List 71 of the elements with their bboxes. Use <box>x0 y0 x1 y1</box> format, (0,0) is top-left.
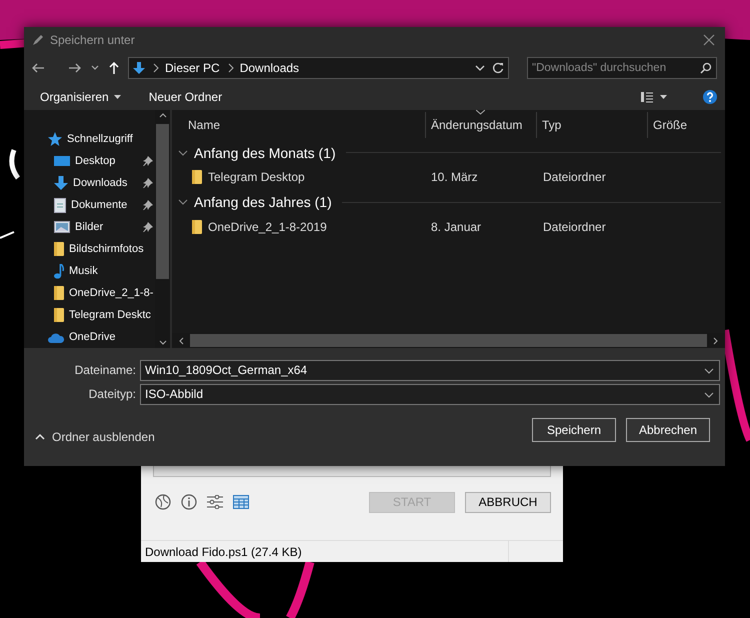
column-header[interactable]: Änderungsdatum <box>431 118 522 132</box>
field-label: Dateityp: <box>88 387 137 402</box>
sidebar-item[interactable]: Desktop <box>24 150 155 172</box>
search-icon <box>700 62 712 74</box>
wallpaper-line <box>0 231 14 239</box>
chevron-right-icon <box>226 62 234 74</box>
star-icon <box>48 132 62 146</box>
date-cell: 10. März <box>431 170 478 184</box>
sidebar-item[interactable]: Downloads <box>24 172 155 194</box>
cloud-icon <box>48 332 64 343</box>
document-icon <box>54 198 66 213</box>
scrollbar-thumb[interactable] <box>190 334 707 348</box>
file-name[interactable]: Telegram Desktop <box>208 170 305 184</box>
dialog-button[interactable]: Abbrechen <box>626 418 710 442</box>
status-text: Download Fido.ps1 (27.4 KB) <box>145 544 303 558</box>
sidebar-item[interactable]: OneDrive_2_1-8- <box>24 282 155 304</box>
details-view-icon <box>641 90 654 103</box>
sidebar-item[interactable]: Telegram Desktc <box>24 304 155 326</box>
picture-icon <box>54 221 70 234</box>
forward-arrow-icon <box>69 62 82 74</box>
caret-down-icon <box>660 94 667 99</box>
type-cell: Dateiordner <box>543 220 606 234</box>
action-button[interactable]: ABBRUCH <box>465 492 551 512</box>
column-header[interactable]: Typ <box>542 118 562 132</box>
sidebar-item[interactable]: Bildschirmfotos <box>24 238 155 260</box>
dropdown-field[interactable]: ISO-Abbild <box>140 384 720 405</box>
sidebar-item[interactable]: OneDrive <box>24 326 155 348</box>
pencil-icon <box>32 34 44 46</box>
caret-down-icon <box>114 94 121 99</box>
file-name[interactable]: OneDrive_2_1-8-2019 <box>208 220 327 234</box>
dialog-button[interactable]: Speichern <box>532 418 616 442</box>
help-icon <box>703 90 717 104</box>
close-icon <box>703 34 715 46</box>
table-icon <box>233 495 249 509</box>
wallpaper-curve <box>9 149 20 180</box>
download-icon <box>133 62 145 74</box>
group-header[interactable]: Anfang des Jahres (1) <box>194 194 332 210</box>
window-title: Speichern unter <box>50 32 136 47</box>
folder-icon <box>192 170 202 184</box>
sliders-icon <box>207 495 223 509</box>
up-arrow-icon <box>108 62 120 74</box>
scrollbar-thumb[interactable] <box>156 124 169 280</box>
download-icon <box>54 176 68 190</box>
sidebar-item[interactable]: Schnellzugriff <box>24 128 155 150</box>
folder-icon <box>54 308 64 322</box>
sidebar-item[interactable]: Musik <box>24 260 155 282</box>
toolbar-button[interactable]: Organisieren <box>40 90 129 104</box>
monitor-icon <box>54 155 70 168</box>
folder-icon <box>192 220 202 234</box>
breadcrumb-item[interactable]: Downloads <box>240 61 468 76</box>
column-header[interactable]: Größe <box>653 118 688 132</box>
sidebar-item[interactable]: Bilder <box>24 216 155 238</box>
folder-icon <box>54 242 64 256</box>
group-header[interactable]: Anfang des Monats (1) <box>194 144 336 161</box>
toolbar-button[interactable]: Neuer Ordner <box>148 90 230 104</box>
refresh-icon <box>492 62 504 74</box>
breadcrumb-item[interactable]: Dieser PC <box>165 61 220 76</box>
hide-folders-toggle[interactable]: Ordner ausblenden <box>34 430 155 444</box>
search-field[interactable]: "Downloads" durchsuchen <box>527 57 717 80</box>
field-label: Dateiname: <box>74 363 137 378</box>
chevron-right-icon <box>151 62 159 74</box>
column-header[interactable]: Name <box>188 118 220 132</box>
info-icon <box>181 494 197 510</box>
date-cell: 8. Januar <box>431 220 482 234</box>
music-note-icon <box>54 264 64 279</box>
globe-icon <box>155 494 171 510</box>
back-arrow-icon <box>32 62 45 74</box>
dropdown-field[interactable]: Win10_1809Oct_German_x64 <box>140 360 720 381</box>
sidebar-item[interactable]: Dokumente <box>24 194 155 216</box>
type-cell: Dateiordner <box>543 170 606 184</box>
folder-icon <box>54 286 64 300</box>
